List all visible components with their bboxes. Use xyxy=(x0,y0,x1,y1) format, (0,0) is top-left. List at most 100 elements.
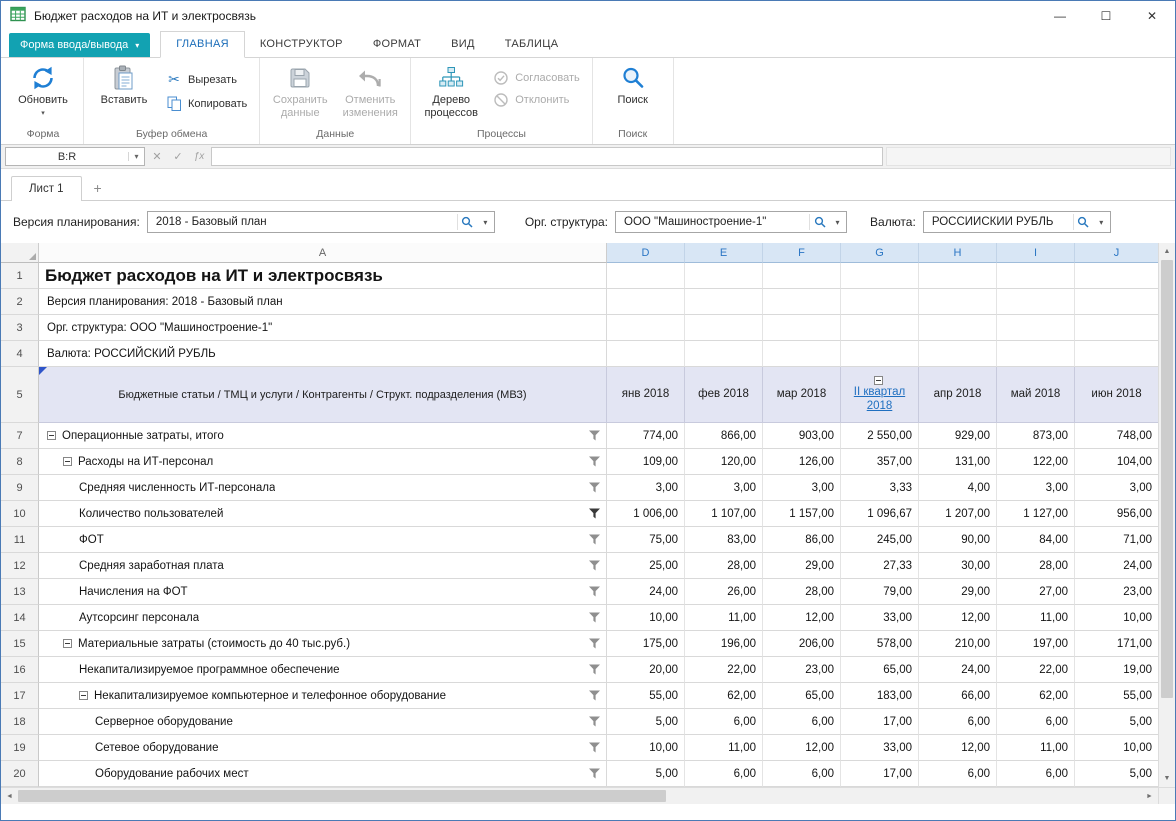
row-header-14[interactable]: 14 xyxy=(1,605,39,631)
row-header-8[interactable]: 8 xyxy=(1,449,39,475)
paste-button[interactable]: Вставить xyxy=(89,60,159,109)
filter-icon[interactable] xyxy=(589,586,601,597)
value-cell[interactable]: 866,00 xyxy=(685,423,763,449)
value-cell[interactable]: 71,00 xyxy=(1075,527,1158,553)
collapse-icon[interactable] xyxy=(874,376,883,385)
value-cell[interactable]: 10,00 xyxy=(1075,605,1158,631)
scroll-up-arrow[interactable]: ▲ xyxy=(1159,243,1175,260)
formula-input[interactable] xyxy=(211,147,883,166)
refresh-button[interactable]: Обновить ▾ xyxy=(8,60,78,121)
value-cell[interactable]: 29,00 xyxy=(763,553,841,579)
value-cell[interactable]: 11,00 xyxy=(685,605,763,631)
search-icon[interactable] xyxy=(1073,214,1093,230)
value-cell[interactable]: 62,00 xyxy=(997,683,1075,709)
value-cell[interactable]: 6,00 xyxy=(919,709,997,735)
value-cell[interactable]: 774,00 xyxy=(607,423,685,449)
value-cell[interactable]: 12,00 xyxy=(763,735,841,761)
value-cell[interactable]: 27,00 xyxy=(997,579,1075,605)
value-cell[interactable]: 4,00 xyxy=(919,475,997,501)
row-header-20[interactable]: 20 xyxy=(1,761,39,787)
value-cell[interactable]: 79,00 xyxy=(841,579,919,605)
filter-icon[interactable] xyxy=(589,508,601,519)
value-cell[interactable]: 3,00 xyxy=(997,475,1075,501)
value-cell[interactable]: 578,00 xyxy=(841,631,919,657)
value-cell[interactable]: 23,00 xyxy=(1075,579,1158,605)
value-cell[interactable]: 90,00 xyxy=(919,527,997,553)
value-cell[interactable]: 5,00 xyxy=(607,761,685,787)
row-header-1[interactable]: 1 xyxy=(1,263,39,289)
value-cell[interactable]: 1 207,00 xyxy=(919,501,997,527)
empty-cell[interactable] xyxy=(841,263,919,289)
empty-cell[interactable] xyxy=(1075,341,1158,367)
value-cell[interactable]: 65,00 xyxy=(841,657,919,683)
value-cell[interactable]: 6,00 xyxy=(763,709,841,735)
filter-icon[interactable] xyxy=(589,612,601,623)
cancel-entry-button[interactable]: ✕ xyxy=(148,148,166,166)
value-cell[interactable]: 12,00 xyxy=(763,605,841,631)
empty-cell[interactable] xyxy=(919,315,997,341)
empty-cell[interactable] xyxy=(997,263,1075,289)
value-cell[interactable]: 83,00 xyxy=(685,527,763,553)
value-cell[interactable]: 126,00 xyxy=(763,449,841,475)
value-cell[interactable]: 10,00 xyxy=(607,735,685,761)
row-header-15[interactable]: 15 xyxy=(1,631,39,657)
empty-cell[interactable] xyxy=(1075,289,1158,315)
value-cell[interactable]: 183,00 xyxy=(841,683,919,709)
item-cell[interactable]: Средняя заработная плата xyxy=(39,553,607,579)
collapse-icon[interactable] xyxy=(47,431,56,440)
row-header-18[interactable]: 18 xyxy=(1,709,39,735)
enter-entry-button[interactable]: ✓ xyxy=(169,148,187,166)
approve-button[interactable]: Согласовать xyxy=(486,67,586,89)
value-cell[interactable]: 12,00 xyxy=(919,605,997,631)
value-cell[interactable]: 357,00 xyxy=(841,449,919,475)
row-header-4[interactable]: 4 xyxy=(1,341,39,367)
empty-cell[interactable] xyxy=(841,341,919,367)
value-cell[interactable]: 6,00 xyxy=(763,761,841,787)
info-cell[interactable]: Бюджет расходов на ИТ и электросвязь xyxy=(39,263,607,289)
value-cell[interactable]: 131,00 xyxy=(919,449,997,475)
item-cell[interactable]: Количество пользователей xyxy=(39,501,607,527)
info-cell[interactable]: Версия планирования: 2018 - Базовый план xyxy=(39,289,607,315)
filter-icon[interactable] xyxy=(589,690,601,701)
search-icon[interactable] xyxy=(809,214,829,230)
filter-icon[interactable] xyxy=(589,742,601,753)
filter-icon[interactable] xyxy=(589,534,601,545)
month-header-cell[interactable]: июн 2018 xyxy=(1075,367,1158,423)
row-header-17[interactable]: 17 xyxy=(1,683,39,709)
scroll-left-arrow[interactable]: ◄ xyxy=(1,788,18,804)
empty-cell[interactable] xyxy=(919,263,997,289)
scroll-right-arrow[interactable]: ► xyxy=(1141,788,1158,804)
filter-icon[interactable] xyxy=(589,430,601,441)
item-cell[interactable]: Серверное оборудование xyxy=(39,709,607,735)
value-cell[interactable]: 6,00 xyxy=(685,761,763,787)
reject-button[interactable]: Отклонить xyxy=(486,89,586,111)
month-header-cell[interactable]: май 2018 xyxy=(997,367,1075,423)
scroll-down-arrow[interactable]: ▼ xyxy=(1159,770,1175,787)
filter-icon[interactable] xyxy=(589,638,601,649)
tab-vid[interactable]: ВИД xyxy=(436,32,490,57)
maximize-button[interactable]: ☐ xyxy=(1083,1,1129,31)
column-header-h[interactable]: H xyxy=(919,243,997,263)
value-cell[interactable]: 210,00 xyxy=(919,631,997,657)
value-cell[interactable]: 1 107,00 xyxy=(685,501,763,527)
tab-glavnaya[interactable]: ГЛАВНАЯ xyxy=(160,31,245,58)
item-cell[interactable]: Сетевое оборудование xyxy=(39,735,607,761)
tab-format[interactable]: ФОРМАТ xyxy=(358,32,436,57)
budget-items-header-cell[interactable]: Бюджетные статьи / ТМЦ и услуги / Контра… xyxy=(39,367,607,423)
value-cell[interactable]: 748,00 xyxy=(1075,423,1158,449)
search-icon[interactable] xyxy=(457,214,477,230)
value-cell[interactable]: 55,00 xyxy=(607,683,685,709)
horizontal-scroll-thumb[interactable] xyxy=(18,790,666,802)
info-cell[interactable]: Орг. структура: ООО "Машиностроение-1" xyxy=(39,315,607,341)
empty-cell[interactable] xyxy=(607,289,685,315)
value-cell[interactable]: 171,00 xyxy=(1075,631,1158,657)
close-button[interactable]: ✕ xyxy=(1129,1,1175,31)
value-cell[interactable]: 6,00 xyxy=(919,761,997,787)
empty-cell[interactable] xyxy=(763,315,841,341)
value-cell[interactable]: 5,00 xyxy=(1075,709,1158,735)
quarter-header-cell[interactable]: II квартал 2018 xyxy=(841,367,919,423)
value-cell[interactable]: 1 096,67 xyxy=(841,501,919,527)
month-header-cell[interactable]: фев 2018 xyxy=(685,367,763,423)
value-cell[interactable]: 196,00 xyxy=(685,631,763,657)
empty-cell[interactable] xyxy=(919,289,997,315)
